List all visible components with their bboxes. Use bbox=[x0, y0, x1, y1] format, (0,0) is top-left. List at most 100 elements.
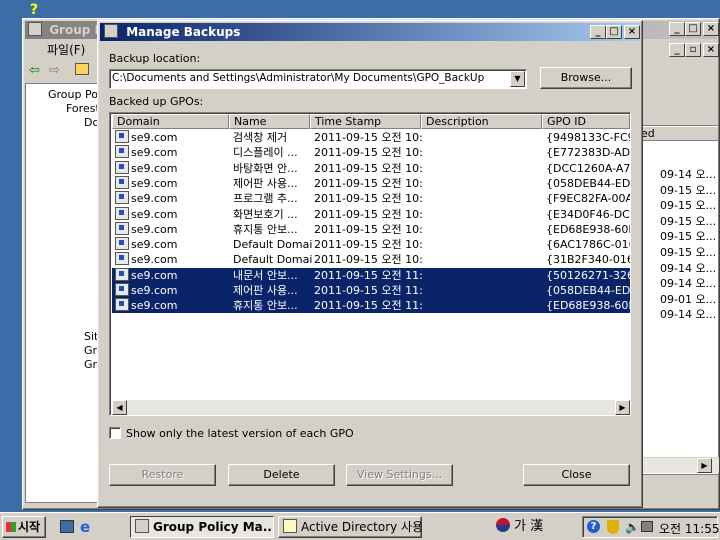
browse-button[interactable]: Browse... bbox=[540, 67, 632, 89]
start-button[interactable]: 시작 bbox=[2, 516, 46, 538]
dialog-titlebar[interactable]: Manage Backups bbox=[100, 23, 640, 41]
gpo-domain-text: se9.com bbox=[131, 131, 178, 144]
tree-item-root[interactable]: Group Po bbox=[48, 88, 98, 101]
ime-toolbar[interactable]: 가 漢 bbox=[496, 517, 578, 537]
dialog-minimize-button[interactable]: _ bbox=[590, 25, 606, 39]
gp-scroll-right-button[interactable]: ▶ bbox=[697, 458, 712, 473]
gpo-icon bbox=[115, 221, 129, 235]
network-icon[interactable] bbox=[641, 521, 653, 532]
right-pane-date: 09-14 오... bbox=[660, 308, 717, 322]
gpo-row[interactable]: se9.com 검색창 제거 2011-09-15 오전 10:... {949813… bbox=[112, 130, 630, 145]
gpo-icon bbox=[115, 160, 129, 174]
gpo-row[interactable]: se9.com 프로그램 추... 2011-09-15 오전 10:... {F9E… bbox=[112, 191, 630, 206]
gpo-description bbox=[425, 191, 545, 206]
gpo-description bbox=[425, 298, 545, 313]
taskbar-item-group-policy[interactable]: Group Policy Ma... bbox=[130, 516, 274, 538]
gp-hscrollbar[interactable]: ▶ bbox=[635, 457, 719, 473]
ime-mode: 가 漢 bbox=[514, 519, 544, 534]
gpo-timestamp: 2011-09-15 오전 11:... bbox=[314, 268, 424, 282]
quicklaunch-ie-icon[interactable]: e bbox=[80, 518, 90, 536]
gpo-domain: se9.com bbox=[115, 237, 230, 252]
gp-up-folder-icon[interactable] bbox=[75, 63, 89, 75]
right-col-header[interactable]: ed bbox=[636, 126, 718, 141]
gpo-name: 검색창 제거 bbox=[233, 131, 288, 144]
view-settings-button[interactable]: View Settings... bbox=[346, 464, 453, 486]
gpo-rows: se9.com 검색창 제거 2011-09-15 오전 10:... {949813… bbox=[112, 130, 630, 400]
gpo-timestamp: 2011-09-15 오전 11:... bbox=[314, 284, 424, 297]
gpo-name: Default Domai... bbox=[233, 238, 313, 252]
ad-task-icon bbox=[283, 519, 297, 533]
gp-menu-file[interactable]: 파일(F) bbox=[47, 41, 85, 58]
gpo-icon bbox=[115, 237, 129, 251]
gpo-description bbox=[425, 283, 545, 298]
dialog-maximize-button[interactable]: □ bbox=[606, 25, 622, 39]
restore-button[interactable]: Restore bbox=[109, 464, 216, 486]
security-shield-icon[interactable] bbox=[607, 520, 619, 534]
backup-location-combo[interactable]: C:\Documents and Settings\Administrator\… bbox=[109, 69, 527, 89]
taskbar-item-gp-label: Group Policy Ma... bbox=[153, 520, 274, 534]
close-button[interactable]: Close bbox=[523, 464, 630, 486]
backup-location-dropdown-button[interactable]: ▼ bbox=[510, 71, 525, 87]
gp-inner-close-button[interactable]: × bbox=[703, 43, 719, 57]
dialog-close-button[interactable]: × bbox=[624, 25, 640, 39]
tree-item-forest[interactable]: Forest bbox=[66, 102, 100, 115]
gpo-id: {6AC1786C-016... bbox=[546, 238, 630, 252]
backup-location-value[interactable]: C:\Documents and Settings\Administrator\… bbox=[112, 72, 508, 84]
help-icon[interactable]: ? bbox=[587, 520, 600, 533]
gpo-icon bbox=[115, 130, 129, 143]
gpo-row[interactable]: se9.com 제어판 사용... 2011-09-15 오전 11:... {058… bbox=[112, 283, 630, 298]
gp-inner-restore-button[interactable]: ▫ bbox=[685, 43, 701, 57]
gpo-list-hscrollbar[interactable]: ◀ ▶ bbox=[112, 400, 630, 415]
gpo-id: {ED68E938-60B... bbox=[546, 222, 630, 236]
gpo-icon bbox=[115, 252, 129, 266]
right-pane-date: 09-01 오... bbox=[660, 292, 717, 306]
col-header-timestamp[interactable]: Time Stamp bbox=[310, 114, 421, 129]
gpo-row[interactable]: se9.com 바탕화면 안... 2011-09-15 오전 10:... {DCC… bbox=[112, 160, 630, 176]
gpo-description bbox=[425, 222, 545, 237]
col-header-gpo-id[interactable]: GPO ID bbox=[542, 114, 630, 129]
right-pane-date: 09-15 오... bbox=[660, 230, 717, 244]
gpo-domain-text: se9.com bbox=[131, 299, 178, 313]
gpo-row[interactable]: se9.com 휴지통 안보... 2011-09-15 오전 11:... {ED6… bbox=[112, 298, 630, 314]
gpo-row[interactable]: se9.com 디스플레이 ... 2011-09-15 오전 10:... {E77… bbox=[112, 145, 630, 160]
gpo-name: 휴지통 안보... bbox=[233, 222, 298, 236]
latest-version-checkbox[interactable] bbox=[109, 427, 121, 439]
gp-inner-minimize-button[interactable]: _ bbox=[669, 43, 685, 57]
gpo-id: {058DEB44-ED... bbox=[546, 284, 631, 297]
gpo-id: {31B2F340-016... bbox=[546, 253, 630, 267]
gpo-icon bbox=[115, 298, 129, 312]
gpo-row[interactable]: se9.com 휴지통 안보... 2011-09-15 오전 10:... {ED6… bbox=[112, 221, 630, 237]
gp-minimize-button[interactable]: _ bbox=[669, 22, 685, 36]
gpo-list-view[interactable]: Domain Name Time Stamp Description GPO I… bbox=[109, 112, 631, 416]
gpo-row[interactable]: se9.com 제어판 사용... 2011-09-15 오전 10:... {058… bbox=[112, 175, 630, 191]
volume-icon[interactable]: 🔈 bbox=[625, 520, 640, 534]
gp-close-button[interactable]: × bbox=[703, 22, 719, 36]
gp-back-icon[interactable]: ⇦ bbox=[29, 63, 40, 78]
gpo-row[interactable]: se9.com 내문서 안보... 2011-09-15 오전 11:... {501… bbox=[112, 267, 630, 283]
gpo-icon bbox=[115, 175, 129, 189]
gp-maximize-button[interactable]: □ bbox=[685, 22, 701, 36]
col-header-name[interactable]: Name bbox=[229, 114, 310, 129]
latest-version-label[interactable]: Show only the latest version of each GPO bbox=[126, 427, 354, 440]
gpo-domain: se9.com bbox=[115, 221, 230, 237]
gp-forward-icon[interactable]: ⇨ bbox=[49, 63, 60, 78]
gpo-domain: se9.com bbox=[115, 145, 230, 160]
quicklaunch-desktop-icon[interactable] bbox=[60, 520, 74, 533]
taskbar-item-ad-label: Active Directory 사용... bbox=[301, 520, 422, 534]
gpo-description bbox=[425, 176, 545, 191]
gpo-row[interactable]: se9.com Default Domai...2011-09-15 오전 10:… bbox=[112, 252, 630, 267]
manage-backups-dialog: Manage Backups _ □ × Backup location: C:… bbox=[97, 20, 643, 508]
gpo-row[interactable]: se9.com 화면보호기 ... 2011-09-15 오전 10:... {E34… bbox=[112, 206, 630, 222]
scroll-left-button[interactable]: ◀ bbox=[112, 400, 127, 415]
scroll-right-button[interactable]: ▶ bbox=[615, 400, 630, 415]
gpo-row[interactable]: se9.com Default Domai...2011-09-15 오전 10:… bbox=[112, 237, 630, 252]
taskbar-item-active-directory[interactable]: Active Directory 사용... bbox=[278, 516, 422, 538]
gpo-name: 화면보호기 ... bbox=[233, 207, 298, 221]
gpo-name: 프로그램 추... bbox=[233, 192, 298, 206]
delete-button[interactable]: Delete bbox=[228, 464, 335, 486]
col-header-domain[interactable]: Domain bbox=[112, 114, 229, 129]
gpo-name: 내문서 안보... bbox=[233, 268, 298, 282]
windows-logo-icon bbox=[6, 522, 16, 532]
gpo-domain-text: se9.com bbox=[131, 207, 178, 221]
col-header-description[interactable]: Description bbox=[421, 114, 542, 129]
